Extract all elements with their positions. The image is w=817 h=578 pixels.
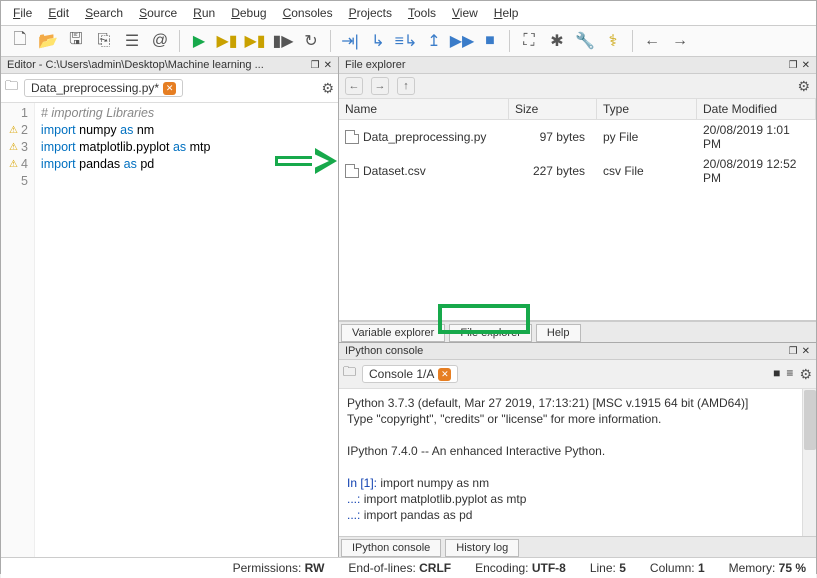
in-prompt: In [1]: [347,476,377,490]
console-line: Type "copyright", "credits" or "license"… [347,411,808,427]
menu-item-debug[interactable]: Debug [225,4,272,22]
editor-pane: Editor - C:\Users\admin\Desktop\Machine … [1,57,339,557]
file-explorer-title-bar: File explorer ❐ ✕ [339,57,816,74]
run-icon[interactable]: ▶ [188,30,210,52]
close-pane-icon[interactable]: ✕ [802,346,810,357]
menu-item-search[interactable]: Search [79,4,129,22]
editor-tab[interactable]: Data_preprocessing.py* ✕ [24,79,183,97]
close-tab-icon[interactable]: ✕ [163,82,176,95]
close-pane-icon[interactable]: ✕ [802,60,810,71]
editor-tab-label: Data_preprocessing.py* [31,81,159,95]
line-gutter: 1⚠2⚠3⚠45 [1,103,35,557]
file-table-header[interactable]: Name Size Type Date Modified [339,99,816,120]
col-name[interactable]: Name [339,99,509,119]
col-date[interactable]: Date Modified [697,99,816,119]
editor-pane-title: Editor - C:\Users\admin\Desktop\Machine … [1,57,338,74]
console-scrollbar[interactable] [802,389,816,536]
save-icon[interactable]: 🖫 [65,30,87,52]
debug-out-icon[interactable]: ↥ [423,30,445,52]
file-row[interactable]: Dataset.csv227 bytescsv File20/08/2019 1… [339,154,816,188]
col-size[interactable]: Size [509,99,597,119]
menu-item-view[interactable]: View [446,4,484,22]
back-icon[interactable]: ← [641,30,663,52]
fullscreen-icon[interactable]: ✱ [546,30,568,52]
maximize-icon[interactable]: ⛶ [518,30,540,52]
console-gear-icon[interactable]: ⚙ [799,366,812,383]
editor-tab-row: 🗀 Data_preprocessing.py* ✕ ⚙ [1,74,338,103]
editor-title: Editor - C:\Users\admin\Desktop\Machine … [7,59,264,71]
run-cell-advance-icon[interactable]: ▶▮ [244,30,266,52]
nav-back-icon[interactable]: ← [345,77,363,95]
python-path-icon[interactable]: ⚕ [602,30,624,52]
file-table[interactable]: Name Size Type Date Modified Data_prepro… [339,99,816,321]
annotation-highlight [438,304,530,334]
cont-prompt: ...: [347,492,360,506]
console-browse-icon[interactable]: 🗀 [343,363,356,385]
main-toolbar: 🗋 📂 🖫 ⎘ ☰ @ ▶ ▶▮ ▶▮ ▮▶ ↻ ⇥| ↳ ≡↳ ↥ ▶▶ ■ … [1,26,816,57]
open-folder-icon[interactable]: 📂 [37,30,59,52]
menu-item-run[interactable]: Run [187,4,221,22]
file-browse-icon[interactable]: 🗀 [5,77,18,99]
tab-ipython-console[interactable]: IPython console [341,539,441,557]
rerun-icon[interactable]: ↻ [300,30,322,52]
tab-help[interactable]: Help [536,324,581,342]
console-title: IPython console [345,345,423,357]
file-row[interactable]: Data_preprocessing.py97 bytespy File20/0… [339,120,816,154]
run-cell-icon[interactable]: ▶▮ [216,30,238,52]
menu-item-tools[interactable]: Tools [402,4,442,22]
code-area[interactable]: # importing Librariesimport numpy as nmi… [35,103,217,557]
console-pane: IPython console ❐ ✕ 🗀 Console 1/A ✕ ■ ≡ ⚙… [339,342,816,557]
menu-item-consoles[interactable]: Consoles [277,4,339,22]
tab-variable-explorer[interactable]: Variable explorer [341,324,445,342]
save-all-icon[interactable]: ⎘ [93,30,115,52]
console-title-bar: IPython console ❐ ✕ [339,343,816,360]
right-pane: File explorer ❐ ✕ ← → ↑ ⚙ Name Size Type … [339,57,816,557]
explorer-tabs: Variable explorerFile explorerHelp [339,321,816,342]
main-area: Editor - C:\Users\admin\Desktop\Machine … [1,57,816,557]
console-stop-icon[interactable]: ■ [773,366,780,383]
undock-icon[interactable]: ❐ [311,60,320,71]
console-tab[interactable]: Console 1/A ✕ [362,365,458,383]
debug-continue-icon[interactable]: ▶▶ [451,30,473,52]
debug-step-icon[interactable]: ⇥| [339,30,361,52]
menu-item-edit[interactable]: Edit [42,4,75,22]
file-explorer-title: File explorer [345,59,406,71]
console-line: IPython 7.4.0 -- An enhanced Interactive… [347,443,808,459]
console-options-icon[interactable]: ≡ [786,366,793,383]
nav-forward-icon[interactable]: → [371,77,389,95]
list-icon[interactable]: ☰ [121,30,143,52]
file-gear-icon[interactable]: ⚙ [797,78,810,95]
console-tab-label: Console 1/A [369,367,434,381]
editor-gear-icon[interactable]: ⚙ [321,80,334,97]
new-file-icon[interactable]: 🗋 [9,30,31,52]
debug-over-icon[interactable]: ≡↳ [395,30,417,52]
menu-item-source[interactable]: Source [133,4,183,22]
console-output[interactable]: Python 3.7.3 (default, Mar 27 2019, 17:1… [339,389,816,536]
console-line: Python 3.7.3 (default, Mar 27 2019, 17:1… [347,395,808,411]
forward-icon[interactable]: → [669,30,691,52]
menu-item-projects[interactable]: Projects [343,4,398,22]
debug-into-icon[interactable]: ↳ [367,30,389,52]
nav-up-icon[interactable]: ↑ [397,77,415,95]
tab-history-log[interactable]: History log [445,539,519,557]
at-icon[interactable]: @ [149,30,171,52]
menu-bar: FileEditSearchSourceRunDebug ConsolesProj… [1,1,816,26]
file-nav-row: ← → ↑ ⚙ [339,74,816,99]
debug-stop-icon[interactable]: ■ [479,30,501,52]
cont-prompt: ...: [347,508,360,522]
undock-icon[interactable]: ❐ [789,346,798,357]
run-selection-icon[interactable]: ▮▶ [272,30,294,52]
console-bottom-tabs: IPython consoleHistory log [339,536,816,557]
menu-item-file[interactable]: File [7,4,38,22]
status-bar: Permissions: RW End-of-lines: CRLF Encod… [1,557,816,578]
console-tab-row: 🗀 Console 1/A ✕ ■ ≡ ⚙ [339,360,816,389]
menu-item-help[interactable]: Help [488,4,525,22]
undock-icon[interactable]: ❐ [789,60,798,71]
preferences-icon[interactable]: 🔧 [574,30,596,52]
annotation-arrow [275,148,337,174]
close-tab-icon[interactable]: ✕ [438,368,451,381]
col-type[interactable]: Type [597,99,697,119]
close-pane-icon[interactable]: ✕ [324,60,332,71]
